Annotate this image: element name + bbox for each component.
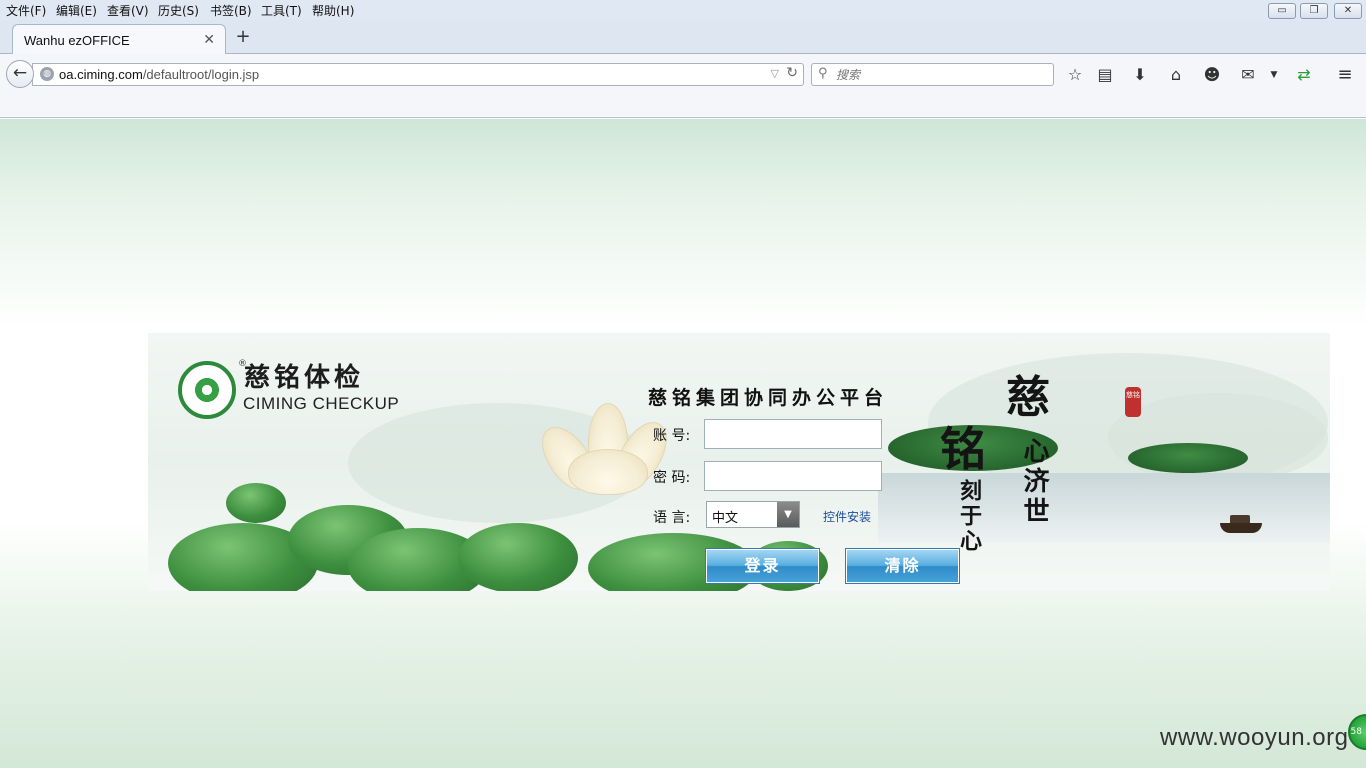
password-input[interactable]	[704, 461, 882, 491]
calligraphy-char: 铭	[940, 422, 986, 476]
url-bar[interactable]: ◍ oa.ciming.com/defaultroot/login.jsp ▽ …	[32, 63, 804, 86]
tab-active[interactable]: Wanhu ezOFFICE ✕	[12, 24, 226, 55]
clear-button[interactable]: 清除	[845, 548, 960, 584]
menu-bookmarks[interactable]: 书签(B)	[210, 2, 252, 19]
registered-mark: ®	[238, 359, 247, 369]
globe-icon: ◍	[40, 67, 54, 81]
tab-title: Wanhu ezOFFICE	[24, 33, 130, 48]
boat-shape	[1220, 515, 1262, 533]
language-value: 中文	[712, 511, 739, 526]
red-seal: 慈铭	[1125, 387, 1141, 417]
minimize-button[interactable]: ▭	[1268, 3, 1296, 19]
menu-edit[interactable]: 编辑(E)	[56, 2, 97, 19]
install-plugin-link[interactable]: 控件安装	[823, 508, 871, 525]
menu-bar: 文件(F) 编辑(E) 查看(V) 历史(S) 书签(B) 工具(T) 帮助(H…	[0, 0, 1366, 20]
navigation-toolbar: ◍ oa.ciming.com/defaultroot/login.jsp ▽ …	[0, 54, 1366, 92]
platform-title: 慈铭集团协同办公平台	[648, 387, 889, 409]
language-label: 语 言:	[653, 510, 691, 526]
account-label: 账 号:	[653, 428, 691, 444]
calligraphy-column: 心济世	[1019, 437, 1049, 527]
account-input[interactable]	[704, 419, 882, 449]
reload-icon[interactable]: ↻	[786, 65, 798, 81]
tab-strip: Wanhu ezOFFICE ✕ +	[0, 20, 1366, 55]
watermark: www.wooyun.org	[1160, 724, 1349, 751]
dropdown-arrow-icon[interactable]: ▽	[771, 67, 779, 80]
logo-icon	[178, 361, 236, 419]
url-text: oa.ciming.com/defaultroot/login.jsp	[59, 67, 260, 82]
lotus-leaf	[458, 523, 578, 591]
hamburger-menu-icon[interactable]: ≡	[1335, 66, 1355, 84]
back-button[interactable]: ←	[6, 60, 34, 88]
bookmark-star-icon[interactable]: ☆	[1065, 66, 1085, 84]
reading-list-icon[interactable]: ▤	[1095, 66, 1115, 84]
logo-chinese-name: 慈铭体检	[244, 363, 365, 393]
menu-tools[interactable]: 工具(T)	[261, 2, 302, 19]
home-icon[interactable]: ⌂	[1166, 66, 1186, 84]
search-box[interactable]: ⚲	[811, 63, 1054, 86]
search-input[interactable]	[836, 66, 1046, 83]
new-tab-icon[interactable]: +	[234, 28, 252, 46]
password-label: 密 码:	[653, 470, 691, 486]
corner-badge[interactable]: 58	[1348, 714, 1366, 750]
download-icon[interactable]: ⬇	[1130, 66, 1150, 84]
lotus-leaf	[226, 483, 286, 523]
menu-file[interactable]: 文件(F)	[6, 2, 46, 19]
page-content: 慈铭体检 ® CIMING CHECKUP 慈铭集团协同办公平台 账 号: 密 …	[0, 119, 1366, 768]
sync-arrows-icon[interactable]: ⇄	[1294, 66, 1314, 84]
restore-button[interactable]: ❐	[1300, 3, 1328, 19]
search-icon: ⚲	[818, 66, 828, 81]
menu-history[interactable]: 历史(S)	[158, 2, 199, 19]
chat-icon[interactable]: ☻	[1202, 66, 1222, 84]
language-select[interactable]: 中文 ▼	[706, 501, 800, 528]
lake-water	[878, 473, 1330, 543]
tree-shape	[1128, 443, 1248, 473]
bookmarks-toolbar	[0, 92, 1366, 118]
calligraphy-char: 慈	[1006, 372, 1050, 423]
login-button[interactable]: 登录	[705, 548, 820, 584]
login-banner: 慈铭体检 ® CIMING CHECKUP 慈铭集团协同办公平台 账 号: 密 …	[148, 333, 1330, 591]
calligraphy-column: 刻于心	[956, 479, 982, 554]
close-window-button[interactable]: ✕	[1334, 3, 1362, 19]
menu-help[interactable]: 帮助(H)	[312, 2, 354, 19]
chevron-down-icon[interactable]: ▼	[777, 502, 799, 527]
addon-icon[interactable]: ✉	[1238, 66, 1258, 84]
menu-view[interactable]: 查看(V)	[107, 2, 149, 19]
lotus-petal	[568, 449, 648, 495]
logo-english-name: CIMING CHECKUP	[243, 394, 400, 413]
addon-dropdown-icon[interactable]: ▼	[1264, 66, 1284, 84]
close-tab-icon[interactable]: ✕	[203, 32, 215, 48]
